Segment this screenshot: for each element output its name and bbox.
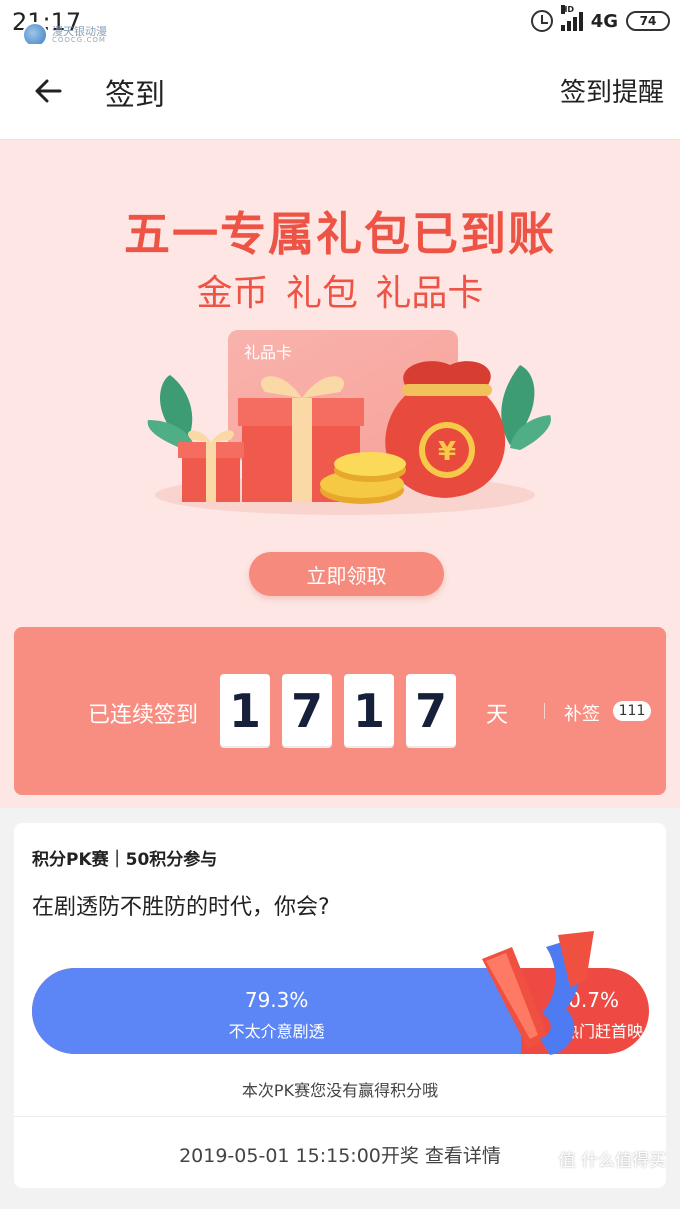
streak-digit: 7: [406, 674, 456, 748]
streak-divider: [544, 703, 545, 719]
pk-header: 积分PK赛｜50积分参与: [32, 850, 218, 870]
watermark-logo-sub: COOCG.COM: [52, 36, 106, 44]
claim-now-button[interactable]: 立即领取: [249, 552, 444, 596]
banner-subtitle: 金币 礼包 礼品卡: [196, 273, 484, 314]
leaf-left-icon: [147, 375, 195, 450]
yen-symbol: ¥: [438, 437, 456, 467]
pk-question: 在剧透防不胜防的时代，你会?: [32, 895, 330, 920]
streak-digit: 1: [344, 674, 394, 748]
streak-label: 已连续签到: [88, 703, 199, 728]
streak-unit: 天: [486, 703, 509, 728]
gift-card-label: 礼品卡: [244, 343, 292, 362]
status-icons: HD 4G 74: [530, 5, 670, 34]
signal-icon: HD: [560, 5, 583, 31]
streak-digits: 1 7 1 7: [220, 674, 456, 748]
battery-icon: 74: [626, 11, 670, 31]
page-title: 签到: [105, 78, 165, 113]
checkin-reminder-button[interactable]: 签到提醒: [560, 72, 664, 109]
signal-hd-label: HD: [560, 5, 575, 14]
makeup-count-badge: 111: [613, 701, 651, 721]
leaf-right-icon: [501, 365, 551, 450]
gift-illustration: 礼品卡 ¥: [147, 330, 551, 515]
makeup-checkin-button[interactable]: 补签: [564, 700, 600, 726]
status-bar: 21:17 漫天银动漫 COOCG.COM HD 4G 74: [0, 0, 680, 48]
pk-contest-card: 积分PK赛｜50积分参与 在剧透防不胜防的时代，你会? 79.3% 不太介意剧透…: [14, 823, 666, 1188]
network-label: 4G: [590, 10, 618, 32]
alarm-icon: [530, 10, 553, 32]
site-watermark: 值 什么值得买: [558, 1151, 666, 1171]
streak-digit: 7: [282, 674, 332, 748]
banner-title: 五一专属礼包已到账: [124, 207, 556, 261]
app-header: 签到 签到提醒: [0, 44, 680, 140]
vs-icon: [482, 931, 594, 1055]
pk-left-percent: 79.3%: [244, 988, 309, 1012]
streak-digit: 1: [220, 674, 270, 748]
pk-result-note: 本次PK赛您没有赢得积分哦: [241, 1081, 439, 1100]
pk-option-left[interactable]: 79.3% 不太介意剧透: [32, 968, 522, 1054]
pk-left-label: 不太介意剧透: [228, 1022, 325, 1041]
back-arrow-icon[interactable]: [30, 72, 68, 110]
checkin-streak-card: 已连续签到 1 7 1 7 天 补签 111: [14, 627, 666, 795]
